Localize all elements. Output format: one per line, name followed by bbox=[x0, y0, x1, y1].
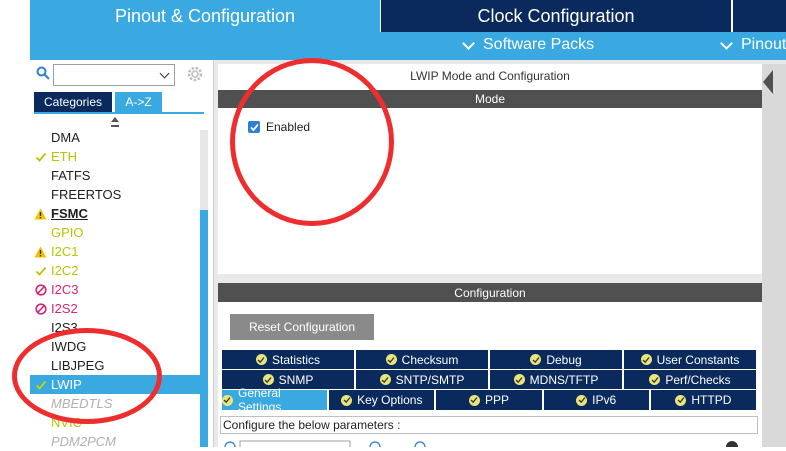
category-item-eth[interactable]: ETH bbox=[30, 147, 200, 166]
config-tab-label: User Constants bbox=[656, 352, 740, 367]
category-item-i2s2[interactable]: I2S2 bbox=[30, 299, 200, 318]
checkmark-icon bbox=[385, 354, 397, 365]
parameter-filter-row bbox=[224, 440, 738, 447]
software-packs-label: Software Packs bbox=[483, 36, 595, 53]
blocked-icon bbox=[30, 283, 51, 296]
checkmark-icon bbox=[468, 394, 480, 406]
config-tab-label: Perf/Checks bbox=[665, 372, 731, 387]
search-icon[interactable] bbox=[36, 66, 50, 80]
config-tab-checksum[interactable]: Checksum bbox=[356, 350, 488, 369]
category-item-gpio[interactable]: GPIO bbox=[30, 223, 200, 242]
config-tab-user-constants[interactable]: User Constants bbox=[624, 350, 756, 369]
warning-icon bbox=[30, 208, 51, 220]
category-label: I2C3 bbox=[51, 282, 79, 297]
category-item-fsmc[interactable]: FSMC bbox=[30, 204, 200, 223]
config-tab-label: IPv6 bbox=[592, 393, 617, 407]
chevron-down-icon bbox=[720, 36, 733, 50]
config-tab-label: SNTP/SMTP bbox=[395, 372, 465, 387]
config-tab-label: General Settings bbox=[237, 386, 282, 414]
checkmark-icon bbox=[262, 374, 274, 385]
category-label: FREERTOS bbox=[51, 187, 122, 202]
config-tab-ipv6[interactable]: IPv6 bbox=[543, 390, 649, 410]
reset-configuration-button[interactable]: Reset Configuration bbox=[230, 314, 374, 340]
tab-underline bbox=[34, 112, 204, 114]
category-label: GPIO bbox=[51, 225, 84, 240]
category-label: I2S2 bbox=[51, 301, 78, 316]
config-tab-label: HTTPD bbox=[691, 393, 732, 407]
checkmark-icon bbox=[30, 265, 51, 277]
gear-icon[interactable] bbox=[186, 65, 204, 83]
checkmark-icon bbox=[30, 151, 51, 163]
checkmark-icon bbox=[379, 374, 391, 385]
checkmark-icon bbox=[513, 374, 525, 385]
pinout-menu[interactable]: Pinout bbox=[720, 36, 786, 54]
warning-icon bbox=[30, 246, 51, 258]
annotation-circle-enabled bbox=[230, 58, 394, 226]
category-item-i2c1[interactable]: I2C1 bbox=[30, 242, 200, 261]
category-label: FATFS bbox=[51, 168, 91, 183]
collapse-arrow-icon[interactable] bbox=[763, 70, 773, 94]
category-label: FSMC bbox=[51, 206, 88, 221]
config-tab-sntp-smtp[interactable]: SNTP/SMTP bbox=[356, 370, 488, 389]
checkmark-icon bbox=[675, 394, 687, 406]
config-tab-httpd[interactable]: HTTPD bbox=[650, 390, 756, 410]
tab-clock-configuration[interactable]: Clock Configuration bbox=[381, 0, 731, 32]
tab-a-to-z[interactable]: A->Z bbox=[115, 92, 162, 112]
checkmark-icon bbox=[649, 374, 661, 385]
tab-pinout-configuration[interactable]: Pinout & Configuration bbox=[30, 0, 380, 32]
config-tab-ppp[interactable]: PPP bbox=[436, 390, 542, 410]
checkmark-icon bbox=[222, 394, 233, 406]
category-label: I2C2 bbox=[51, 263, 79, 278]
checkmark-icon bbox=[530, 354, 542, 365]
config-tab-statistics[interactable]: Statistics bbox=[222, 350, 354, 369]
config-tab-label: Key Options bbox=[357, 393, 423, 407]
category-item-i2c2[interactable]: I2C2 bbox=[30, 261, 200, 280]
pinout-menu-label: Pinout bbox=[741, 36, 786, 53]
checkmark-icon bbox=[576, 394, 588, 406]
blocked-icon bbox=[30, 302, 51, 315]
category-item-fatfs[interactable]: FATFS bbox=[30, 166, 200, 185]
list-scrollbar-thumb[interactable] bbox=[200, 210, 208, 447]
config-tab-label: Checksum bbox=[401, 352, 459, 367]
tab-categories[interactable]: Categories bbox=[34, 92, 112, 112]
category-item-dma[interactable]: DMA bbox=[30, 128, 200, 147]
config-tab-label: SNMP bbox=[278, 372, 314, 387]
config-tab-label: MDNS/TFTP bbox=[529, 372, 599, 387]
software-packs-menu[interactable]: Software Packs bbox=[462, 36, 595, 54]
chevron-down-icon bbox=[462, 36, 475, 50]
checkmark-icon bbox=[255, 354, 267, 365]
config-tab-label: Statistics bbox=[271, 352, 320, 367]
config-tab-label: PPP bbox=[484, 393, 509, 407]
category-label: I2C1 bbox=[51, 244, 79, 259]
config-tab-debug[interactable]: Debug bbox=[490, 350, 622, 369]
search-input[interactable] bbox=[53, 64, 175, 86]
category-label: DMA bbox=[51, 130, 80, 145]
checkmark-icon bbox=[640, 354, 652, 365]
config-tab-mdns-tftp[interactable]: MDNS/TFTP bbox=[490, 370, 622, 389]
category-label: ETH bbox=[51, 149, 77, 164]
side-scrollbar[interactable] bbox=[762, 64, 786, 447]
config-tab-label: Debug bbox=[546, 352, 582, 367]
category-item-pdm2pcm[interactable]: PDM2PCM bbox=[30, 432, 200, 451]
tab-more[interactable] bbox=[733, 0, 786, 32]
annotation-circle-lwip bbox=[12, 328, 162, 424]
config-tab-general-settings[interactable]: General Settings bbox=[222, 386, 328, 414]
config-tab-perf-checks[interactable]: Perf/Checks bbox=[624, 370, 756, 389]
category-item-freertos[interactable]: FREERTOS bbox=[30, 185, 200, 204]
sub-toolbar: Software Packs Pinout bbox=[30, 32, 786, 60]
configuration-header: Configuration bbox=[218, 283, 762, 302]
checkmark-icon bbox=[341, 394, 353, 406]
config-tab-key-options[interactable]: Key Options bbox=[329, 390, 435, 410]
category-item-i2c3[interactable]: I2C3 bbox=[30, 280, 200, 299]
parameters-header: Configure the below parameters : bbox=[220, 416, 758, 434]
chevron-down-icon[interactable] bbox=[159, 68, 170, 79]
